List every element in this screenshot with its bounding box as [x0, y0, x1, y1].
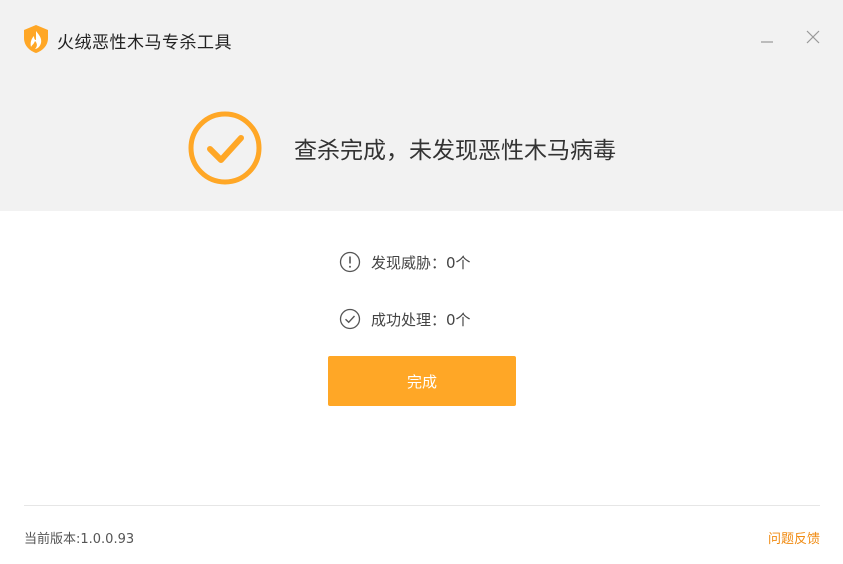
- exclamation-circle-icon: [339, 251, 361, 273]
- title-bar[interactable]: 火绒恶性木马专杀工具: [0, 0, 843, 80]
- stat-value: 0个: [446, 310, 471, 329]
- close-button[interactable]: [800, 24, 826, 50]
- stat-label: 成功处理：: [371, 310, 447, 329]
- stat-value: 0个: [446, 253, 471, 272]
- shield-flame-logo-icon: [24, 25, 48, 53]
- stat-threats-found: 发现威胁： 0个: [339, 250, 471, 274]
- done-button[interactable]: 完成: [328, 356, 516, 406]
- version-label: 当前版本:1.0.0.93: [24, 532, 135, 547]
- close-icon: [806, 30, 820, 44]
- app-title: 火绒恶性木马专杀工具: [57, 33, 232, 53]
- footer-divider: [24, 505, 820, 506]
- check-circle-icon: [188, 111, 262, 185]
- scan-result-message: 查杀完成，未发现恶性木马病毒: [294, 138, 616, 164]
- stat-handled: 成功处理： 0个: [339, 307, 471, 331]
- feedback-link[interactable]: 问题反馈: [768, 528, 820, 547]
- check-circle-outline-icon: [339, 308, 361, 330]
- header-panel: 火绒恶性木马专杀工具 查杀完成，未发现恶性木马病毒: [0, 0, 843, 211]
- minimize-button[interactable]: [754, 24, 780, 50]
- stat-label: 发现威胁：: [371, 253, 447, 272]
- scan-result-banner: 查杀完成，未发现恶性木马病毒: [186, 108, 616, 188]
- minimize-icon: [761, 41, 773, 43]
